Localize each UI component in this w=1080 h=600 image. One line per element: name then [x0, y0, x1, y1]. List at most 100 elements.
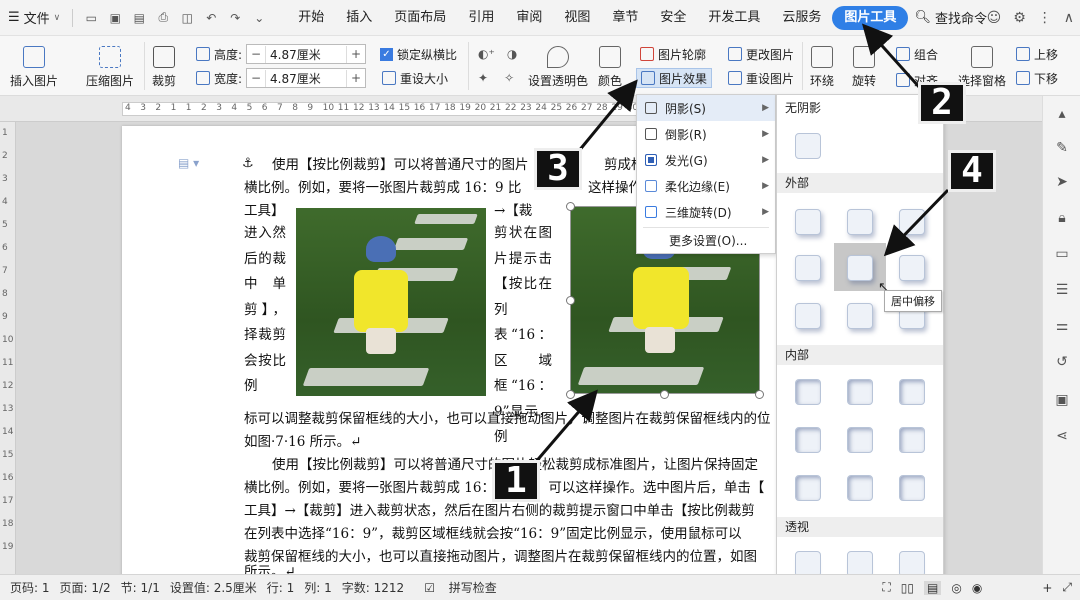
file-menu[interactable]: ☰ 文件 ∨ — [0, 0, 68, 36]
menu-item-more-settings[interactable]: 更多设置(O)... — [637, 227, 775, 253]
tab-view[interactable]: 视图 — [553, 6, 601, 30]
shadow-swatch[interactable] — [795, 255, 821, 281]
color-button[interactable]: 颜色 — [598, 46, 622, 89]
tab-cloud-service[interactable]: 云服务 — [771, 6, 832, 30]
menu-item-glow[interactable]: 发光(G) ▶ — [637, 147, 775, 173]
resize-handle[interactable] — [566, 202, 575, 211]
redo-icon[interactable]: ↷ — [227, 10, 243, 26]
picture-outline-button[interactable]: 图片轮廓 — [640, 44, 706, 64]
status-setting[interactable]: 设置值: 2.5厘米 — [170, 579, 257, 596]
tab-home[interactable]: 开始 — [287, 6, 335, 30]
web-view-icon[interactable]: ◎ — [951, 581, 961, 595]
increase-height-button[interactable]: + — [347, 47, 365, 61]
set-transparent-button[interactable]: 设置透明色 — [528, 46, 588, 89]
status-word-count[interactable]: 字数: 1212 — [342, 579, 404, 596]
menu-item-3d-rotation[interactable]: 三维旋转(D) ▶ — [637, 199, 775, 225]
tab-insert[interactable]: 插入 — [335, 6, 383, 30]
shadow-swatch[interactable] — [795, 303, 821, 329]
tab-chapter[interactable]: 章节 — [601, 6, 649, 30]
resize-handle[interactable] — [755, 390, 764, 399]
bring-forward-button[interactable]: 上移 — [1016, 44, 1058, 64]
status-page-number[interactable]: 页码: 1 — [10, 579, 50, 596]
image-panel-icon[interactable]: ▣ — [1054, 392, 1070, 408]
change-picture-button[interactable]: 更改图片 — [728, 44, 794, 64]
pen-icon[interactable]: ✎ — [1054, 140, 1070, 156]
lock-ratio-checkbox[interactable]: ✓ 锁定纵横比 — [380, 44, 457, 64]
spell-check-button[interactable]: ☑ 拼写检查 — [414, 579, 497, 596]
menu-item-shadow[interactable]: 阴影(S) ▶ — [637, 95, 775, 121]
shadow-swatch[interactable] — [847, 475, 873, 501]
tab-developer[interactable]: 开发工具 — [697, 6, 771, 30]
undo-icon[interactable]: ↶ — [203, 10, 219, 26]
gear-icon[interactable]: ⚙ — [1013, 10, 1026, 26]
decrease-height-button[interactable]: − — [247, 47, 265, 61]
zoom-in-icon[interactable]: + — [1042, 581, 1052, 595]
menu-item-reflection[interactable]: 倒影(R) ▶ — [637, 121, 775, 147]
collapse-ribbon-icon[interactable]: ∧ — [1064, 10, 1074, 26]
print-icon[interactable]: ⎙ — [155, 10, 171, 26]
eye-icon[interactable]: ◉ — [972, 581, 982, 595]
shadow-swatch[interactable] — [899, 255, 925, 281]
decrease-contrast-icon[interactable]: ◑ — [507, 47, 517, 61]
outline-list-icon[interactable]: ☰ — [1054, 282, 1070, 298]
increase-contrast-icon[interactable]: ◐⁺ — [478, 47, 495, 61]
archive-icon[interactable]: ▭ — [1054, 246, 1070, 262]
fit-icon[interactable]: ⤢ — [1062, 580, 1072, 595]
reading-mode-icon[interactable]: ▯▯ — [901, 581, 914, 595]
history-icon[interactable]: ↺ — [1054, 354, 1070, 370]
tab-page-layout[interactable]: 页面布局 — [383, 6, 457, 30]
photo-child-walking[interactable] — [296, 208, 486, 396]
shadow-swatch[interactable] — [899, 427, 925, 453]
tab-review[interactable]: 审阅 — [505, 6, 553, 30]
fullscreen-icon[interactable]: ⛶ — [882, 580, 890, 595]
cursor-icon[interactable]: ➤ — [1054, 174, 1070, 190]
shadow-swatch-none[interactable] — [795, 133, 821, 159]
resize-handle[interactable] — [660, 390, 669, 399]
wrap-button[interactable]: 环绕 — [810, 46, 834, 89]
shadow-swatch[interactable] — [795, 475, 821, 501]
shadow-swatch[interactable] — [795, 379, 821, 405]
picture-effects-button[interactable]: 图片效果 — [636, 68, 713, 88]
height-stepper[interactable]: − 4.87厘米 + — [246, 44, 367, 64]
status-pages[interactable]: 页面: 1/2 — [60, 579, 111, 596]
resize-handle[interactable] — [566, 390, 575, 399]
shadow-swatch[interactable] — [899, 379, 925, 405]
shadow-swatch[interactable] — [899, 475, 925, 501]
customize-chevron-icon[interactable]: ⌄ — [251, 10, 267, 26]
decrease-brightness-icon[interactable]: ✧ — [504, 71, 514, 85]
shadow-swatch[interactable] — [847, 427, 873, 453]
height-input[interactable]: 4.87厘米 — [265, 45, 348, 63]
shadow-swatch-center-offset[interactable] — [847, 255, 873, 281]
increase-width-button[interactable]: + — [347, 71, 365, 85]
width-input[interactable]: 4.87厘米 — [265, 69, 348, 87]
scroll-up-icon[interactable]: ▴ — [1054, 106, 1070, 122]
shadow-swatch[interactable] — [847, 379, 873, 405]
shadow-swatch[interactable] — [899, 209, 925, 235]
shadow-swatch[interactable] — [795, 427, 821, 453]
status-column[interactable]: 列: 1 — [304, 579, 332, 596]
status-section[interactable]: 节: 1/1 — [121, 579, 160, 596]
resize-handle[interactable] — [566, 296, 575, 305]
width-stepper[interactable]: − 4.87厘米 + — [246, 68, 367, 88]
save-icon[interactable]: ▣ — [107, 10, 123, 26]
compress-picture-button[interactable]: 压缩图片 — [86, 46, 134, 89]
vertical-ruler[interactable]: 1 2 3 4 5 6 7 8 9 10 11 12 13 14 15 16 17 18 19 — [0, 122, 16, 574]
more-icon[interactable]: ⋮ — [1038, 10, 1052, 26]
tab-security[interactable]: 安全 — [649, 6, 697, 30]
feedback-icon[interactable]: ☺ — [987, 10, 1002, 26]
share-icon[interactable]: ⋖ — [1054, 428, 1070, 444]
page-view-icon[interactable]: ▤ — [924, 580, 942, 595]
insert-picture-button[interactable]: 插入图片 — [10, 46, 58, 89]
decrease-width-button[interactable]: − — [247, 71, 265, 85]
print-preview-icon[interactable]: ◫ — [179, 10, 195, 26]
reset-picture-button[interactable]: 重设图片 — [728, 68, 794, 88]
open-folder-icon[interactable]: ▭ — [83, 10, 99, 26]
reset-size-button[interactable]: 重设大小 — [382, 68, 448, 88]
tab-picture-tools[interactable]: 图片工具 — [832, 5, 909, 30]
increase-brightness-icon[interactable]: ✦ — [478, 71, 488, 85]
shadow-swatch[interactable] — [847, 303, 873, 329]
sliders-icon[interactable]: ⚌ — [1054, 318, 1070, 334]
shadow-swatch[interactable] — [795, 209, 821, 235]
menu-item-soft-edges[interactable]: 柔化边缘(E) ▶ — [637, 173, 775, 199]
shadow-swatch[interactable] — [847, 209, 873, 235]
